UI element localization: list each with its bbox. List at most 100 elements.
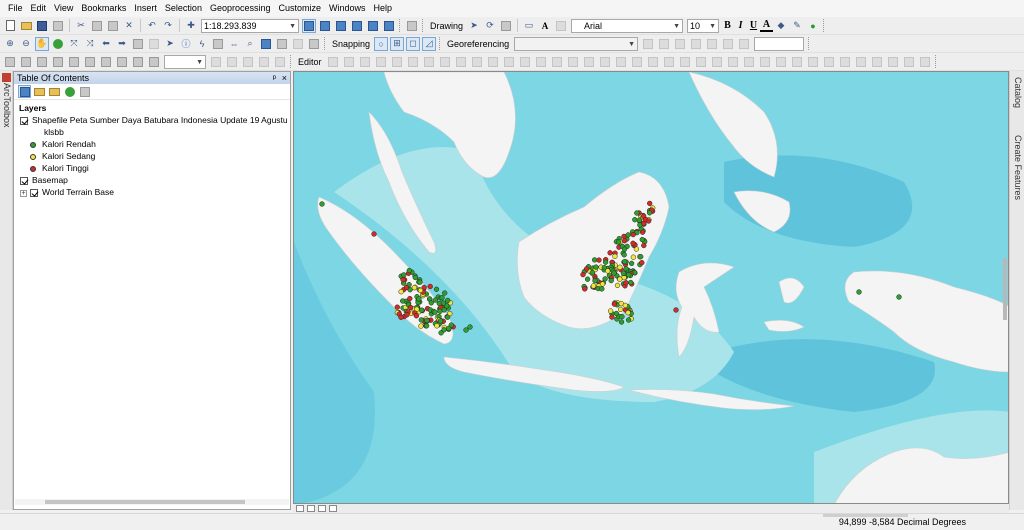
select-elements-icon[interactable]: ➤ [467,19,481,33]
georef-tool-icon[interactable] [689,37,703,51]
map-display[interactable] [293,71,1009,504]
coal-site-marker[interactable] [641,242,647,249]
coal-site-marker[interactable] [623,266,629,272]
coal-site-marker[interactable] [411,285,418,291]
coal-site-marker[interactable] [590,283,597,289]
coal-site-marker[interactable] [601,265,607,271]
georef-tool-icon[interactable] [721,37,735,51]
coal-site-marker[interactable] [400,298,406,304]
pause-drawing-button[interactable] [329,505,337,512]
toc-horizontal-scrollbar[interactable] [15,499,289,505]
coal-site-marker[interactable] [630,254,637,260]
coal-site-marker[interactable] [418,317,424,323]
edit-tool-icon[interactable] [710,55,724,69]
time-slider-icon[interactable] [291,37,305,51]
editor-toolbar-icon[interactable] [302,18,316,33]
edit-tool-icon[interactable] [390,55,404,69]
coal-site-marker[interactable] [412,274,418,281]
coal-site-marker[interactable] [434,323,440,329]
georeferencing-menu[interactable]: Georeferencing [444,39,512,49]
menu-selection[interactable]: Selection [161,0,206,17]
coal-site-marker[interactable] [608,277,614,284]
coal-site-marker[interactable] [441,307,447,313]
coal-site-marker[interactable] [401,272,407,278]
coal-site-marker[interactable] [622,302,628,309]
map-scale-combo[interactable]: 1:18.293.839 ▼ [201,18,299,33]
print-icon[interactable] [51,19,65,33]
coal-site-marker[interactable] [446,325,452,332]
checkbox-icon[interactable] [20,117,28,125]
edit-tool-icon[interactable] [886,55,900,69]
menu-windows[interactable]: Windows [325,0,370,17]
zoom-percent-combo[interactable]: ▼ [164,54,206,69]
edit-tool-icon[interactable] [358,55,372,69]
python-window-icon[interactable] [382,19,396,33]
font-color-button[interactable]: A [760,19,774,32]
catalog-window-icon[interactable] [334,19,348,33]
coal-site-marker[interactable] [407,304,414,311]
coal-site-marker[interactable] [445,297,451,304]
coal-site-marker[interactable] [432,309,438,315]
font-size-combo[interactable]: 10 ▼ [687,18,720,33]
edit-tool-icon[interactable] [678,55,692,69]
georef-tool-icon[interactable] [641,37,655,51]
layout-tool-icon[interactable] [35,55,49,69]
edit-tool-icon[interactable] [630,55,644,69]
coal-site-marker[interactable] [400,276,406,283]
edit-tool-icon[interactable] [614,55,628,69]
coal-site-marker[interactable] [621,252,627,258]
menu-geoprocessing[interactable]: Geoprocessing [206,0,275,17]
coal-site-marker[interactable] [611,270,617,276]
coal-site-marker[interactable] [639,260,645,266]
create-features-tab[interactable]: Create Features [1013,135,1023,200]
list-by-source-icon[interactable] [33,85,46,98]
coal-site-marker[interactable] [437,318,444,324]
zoom-whole-page-icon[interactable] [499,19,513,33]
coal-site-marker[interactable] [646,210,653,216]
edit-tool-icon[interactable] [454,55,468,69]
edit-tool-icon[interactable] [470,55,484,69]
coal-site-marker[interactable] [407,295,413,302]
layout-tool-icon[interactable] [115,55,129,69]
undo-icon[interactable]: ↶ [145,19,159,33]
edit-tool-icon[interactable] [598,55,612,69]
delete-icon[interactable]: ✕ [122,19,136,33]
edit-tool-icon[interactable] [374,55,388,69]
layout-tool-icon[interactable] [83,55,97,69]
scrollbar-thumb[interactable] [45,500,245,504]
line-color-icon[interactable]: ✎ [790,19,804,33]
drawing-menu[interactable]: Drawing [427,21,466,31]
coal-site-marker[interactable] [638,254,644,260]
coal-site-marker[interactable] [617,306,624,313]
layers-data-frame[interactable]: Layers [17,103,287,115]
expand-plus-icon[interactable]: + [20,189,27,197]
coal-site-marker[interactable] [589,269,596,276]
edit-tool-icon[interactable] [646,55,660,69]
edit-tool-icon[interactable] [486,55,500,69]
zoom-out-icon[interactable]: ⊖ [19,37,33,51]
coal-site-marker[interactable] [628,260,635,267]
coal-site-marker[interactable] [602,259,609,265]
coal-site-marker[interactable] [582,286,588,292]
coal-site-marker[interactable] [628,279,634,286]
georef-field-input[interactable] [754,36,805,51]
coal-site-marker[interactable] [403,284,410,291]
data-view-button[interactable] [296,505,304,512]
coal-site-marker[interactable] [617,276,623,282]
legend-class-row[interactable]: Kalori Rendah [17,139,287,151]
layout-tool-icon[interactable] [225,55,239,69]
toolbar-grip[interactable] [934,55,938,68]
coal-site-marker[interactable] [442,290,448,296]
coal-site-marker[interactable] [398,289,404,295]
coal-site-marker[interactable] [428,300,434,306]
catalog-tab[interactable]: Catalog [1013,77,1023,108]
layout-tool-icon[interactable] [3,55,17,69]
arctoolbox-dock-tab[interactable]: ArcToolbox [0,71,13,510]
edit-tool-icon[interactable] [422,55,436,69]
legend-class-row[interactable]: Kalori Sedang [17,151,287,163]
coal-site-marker[interactable] [418,323,424,329]
coal-site-marker[interactable] [623,280,629,286]
coal-site-marker[interactable] [630,231,636,238]
coal-site-marker[interactable] [626,272,632,278]
list-by-visibility-icon[interactable] [48,85,61,98]
